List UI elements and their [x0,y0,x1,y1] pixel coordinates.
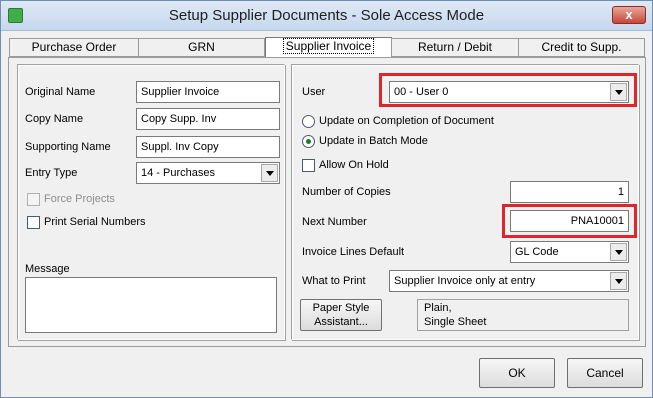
dialog-window: Setup Supplier Documents - Sole Access M… [0,0,653,398]
paper-style-description: Plain, Single Sheet [417,299,629,331]
paper-style-desc-line1: Plain, [424,302,452,314]
invoice-lines-label: Invoice Lines Default [302,246,405,258]
what-to-print-label: What to Print [302,275,366,287]
supporting-name-label: Supporting Name [25,141,111,153]
allow-on-hold-checkbox[interactable] [302,159,315,172]
close-button[interactable]: x [612,6,646,24]
update-completion-label: Update on Completion of Document [319,115,494,127]
paper-style-button[interactable]: Paper Style Assistant... [300,299,382,331]
update-batch-label: Update in Batch Mode [319,135,428,147]
tab-return-debit[interactable]: Return / Debit [391,38,519,57]
paper-style-line1: Paper Style [312,302,370,314]
entry-type-value: 14 - Purchases [141,167,215,179]
supporting-name-field[interactable]: Suppl. Inv Copy [136,136,280,158]
tab-credit-to-supp[interactable]: Credit to Supp. [518,38,645,57]
ok-button[interactable]: OK [479,358,555,388]
tab-supplier-invoice-label: Supplier Invoice [282,38,375,54]
copy-name-field[interactable]: Copy Supp. Inv [136,108,280,130]
chevron-down-icon[interactable] [261,164,278,182]
entry-type-select[interactable]: 14 - Purchases [136,162,280,184]
tab-grn[interactable]: GRN [138,38,265,57]
invoice-lines-select[interactable]: GL Code [510,241,629,263]
chevron-down-icon[interactable] [610,272,627,290]
user-label: User [302,86,326,98]
copy-name-label: Copy Name [25,113,84,125]
original-name-field[interactable]: Supplier Invoice [136,81,280,103]
user-highlight [379,73,637,107]
entry-type-label: Entry Type [25,167,78,179]
cancel-button[interactable]: Cancel [567,358,643,388]
next-number-highlight [502,204,637,238]
next-number-label: Next Number [302,216,367,228]
copies-label: Number of Copies [302,186,391,198]
update-completion-radio[interactable] [302,115,315,128]
message-label: Message [25,263,70,275]
copies-field[interactable]: 1 [510,181,629,203]
print-serial-checkbox[interactable] [27,216,40,229]
window-title: Setup Supplier Documents - Sole Access M… [168,7,485,24]
paper-style-line2: Assistant... [314,316,368,328]
update-batch-radio[interactable] [302,135,315,148]
message-textarea[interactable] [25,277,277,333]
invoice-lines-value: GL Code [515,246,559,258]
tab-supplier-invoice[interactable]: Supplier Invoice [265,37,392,58]
print-serial-label: Print Serial Numbers [44,216,146,228]
original-name-label: Original Name [25,86,96,98]
allow-on-hold-label: Allow On Hold [319,159,389,171]
paper-style-desc-line2: Single Sheet [424,316,487,328]
tab-purchase-order[interactable]: Purchase Order [9,38,139,57]
force-projects-checkbox[interactable] [27,193,40,206]
title-bar[interactable]: Setup Supplier Documents - Sole Access M… [1,1,652,31]
force-projects-label: Force Projects [44,193,115,205]
what-to-print-value: Supplier Invoice only at entry [394,275,536,287]
chevron-down-icon[interactable] [610,243,627,261]
what-to-print-select[interactable]: Supplier Invoice only at entry [389,270,629,292]
